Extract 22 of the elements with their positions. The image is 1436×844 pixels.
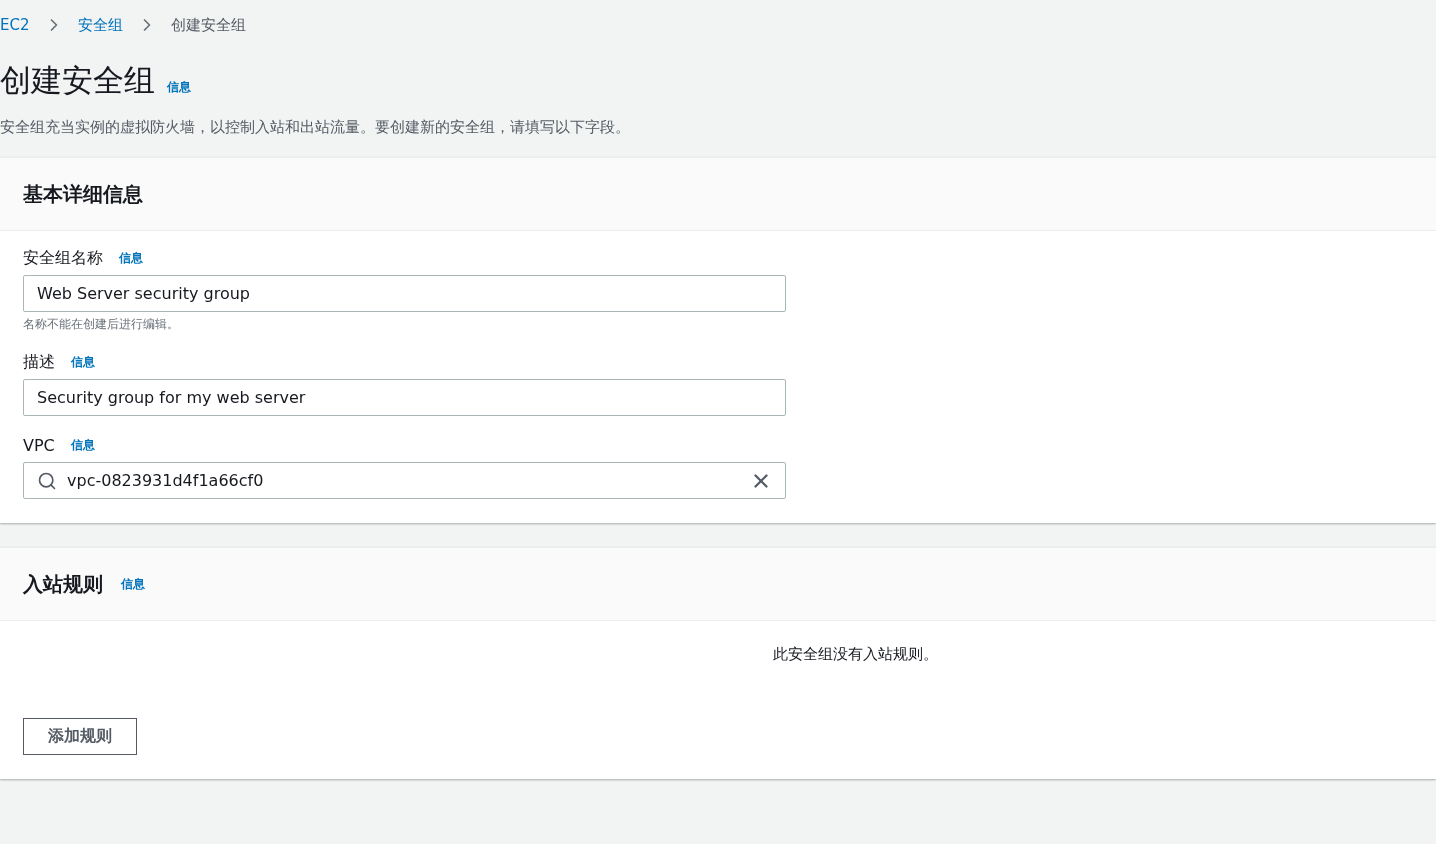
- input-field[interactable]: Security group for my web server: [23, 379, 786, 416]
- search-field[interactable]: vpc-0823931d4f1a66cf0: [23, 462, 786, 499]
- panel-title: 基本详细信息: [23, 180, 143, 208]
- info-link[interactable]: 信息: [121, 575, 145, 593]
- empty-message: 此安全组没有入站规则。: [773, 645, 938, 663]
- field-label: 描述: [23, 351, 55, 373]
- input-field[interactable]: Web Server security group: [23, 275, 786, 312]
- page-title: 创建安全组: [0, 61, 155, 100]
- field-label: 安全组名称: [23, 247, 103, 269]
- info-link[interactable]: 信息: [70, 436, 95, 454]
- field-hint: 名称不能在创建后进行编辑。: [23, 316, 180, 333]
- info-link[interactable]: 信息: [167, 79, 191, 96]
- breadcrumb: 创建安全组: [170, 15, 246, 35]
- breadcrumb[interactable]: EC2: [0, 16, 30, 34]
- info-link[interactable]: 信息: [119, 249, 143, 267]
- panel-title: 入站规则: [23, 570, 103, 598]
- page-description: 安全组充当实例的虚拟防火墙，以控制入站和出站流量。要创建新的安全组，请填写以下字段。: [0, 118, 631, 137]
- field-label: VPC: [23, 435, 55, 455]
- info-link[interactable]: 信息: [71, 353, 95, 371]
- add-rule-button[interactable]: 添加规则: [23, 718, 137, 755]
- breadcrumb[interactable]: 安全组: [77, 15, 123, 35]
- search-icon: [37, 470, 57, 491]
